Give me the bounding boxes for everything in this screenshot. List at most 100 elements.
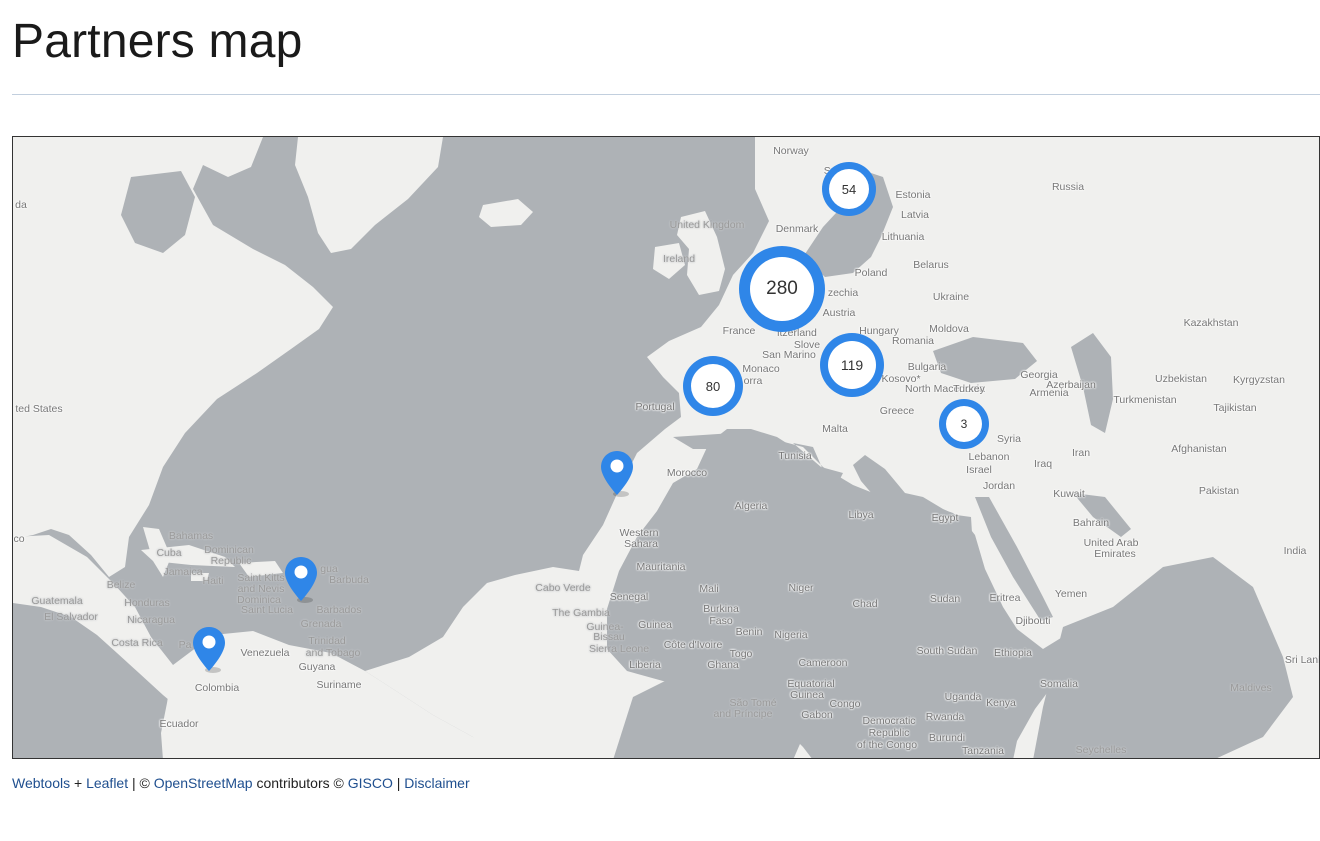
- label-egypt: Egypt: [931, 512, 959, 524]
- cluster-marker-cyprus[interactable]: 3: [939, 399, 989, 449]
- label-lithuania: Lithuania: [881, 231, 925, 243]
- label-haiti: Haiti: [202, 575, 224, 587]
- label-cuba: Cuba: [156, 547, 182, 559]
- label-turkmenistan: Turkmenistan: [1113, 394, 1177, 406]
- label-cameroon: Cameroon: [798, 657, 848, 669]
- label-latvia: Latvia: [900, 209, 930, 221]
- cluster-count: 3: [960, 417, 968, 431]
- label-india: India: [1283, 545, 1307, 557]
- openstreetmap-link[interactable]: OpenStreetMap: [154, 775, 253, 791]
- label-drc3: of the Congo: [856, 739, 918, 751]
- caribbean-marker-icon[interactable]: [283, 555, 319, 603]
- label-israel: Israel: [966, 464, 992, 476]
- label-mauritania: Mauritania: [636, 561, 686, 573]
- label-antigua2: Barbuda: [329, 574, 369, 586]
- label-tanzania: Tanzania: [961, 745, 1005, 757]
- label-eritrea: Eritrea: [989, 592, 1021, 604]
- partners-map[interactable]: Norway Sw Estonia Latvia Lithuania Russi…: [12, 136, 1320, 759]
- label-niger: Niger: [788, 582, 814, 594]
- cluster-marker-southeast-europe[interactable]: 119: [820, 333, 884, 397]
- label-iraq: Iraq: [1033, 458, 1053, 470]
- label-burkina1: Burkina: [703, 603, 739, 615]
- label-trinidad1: Trinidad: [308, 635, 346, 647]
- label-ireland: Ireland: [662, 253, 696, 265]
- label-moldova: Moldova: [929, 323, 969, 335]
- label-nicaragua: Nicaragua: [127, 614, 175, 626]
- attribution-contributors: contributors ©: [252, 775, 348, 791]
- label-iran: Iran: [1071, 447, 1091, 459]
- label-kuwait: Kuwait: [1053, 488, 1085, 500]
- label-canada: da: [15, 199, 27, 211]
- label-gambia: The Gambia: [552, 607, 610, 619]
- label-france: France: [722, 325, 756, 337]
- label-norway: Norway: [773, 145, 809, 157]
- label-uk: United Kingdom: [669, 219, 745, 231]
- label-southsudan: South Sudan: [916, 645, 978, 657]
- label-trinidad2: and Tobago: [305, 647, 361, 659]
- label-ghana: Ghana: [707, 659, 739, 671]
- label-ukraine: Ukraine: [932, 291, 970, 303]
- label-afghanistan: Afghanistan: [1171, 443, 1227, 455]
- label-mexico: co: [13, 533, 25, 545]
- leaflet-link[interactable]: Leaflet: [86, 775, 128, 791]
- gisco-link[interactable]: GISCO: [348, 775, 393, 791]
- cluster-count: 80: [705, 378, 721, 394]
- title-divider: [12, 94, 1320, 95]
- label-denmark: Denmark: [775, 223, 819, 235]
- label-dominican2: Republic: [210, 555, 252, 567]
- label-gabon: Gabon: [801, 709, 833, 721]
- label-ecuador: Ecuador: [159, 718, 199, 730]
- label-uganda: Uganda: [944, 691, 982, 703]
- label-maldives: Maldives: [1230, 682, 1272, 694]
- label-jordan: Jordan: [982, 480, 1016, 492]
- label-ethiopia: Ethiopia: [994, 647, 1032, 659]
- label-grenada: Grenada: [300, 618, 342, 630]
- label-rwanda: Rwanda: [925, 711, 965, 723]
- cluster-marker-central-europe[interactable]: 280: [739, 246, 825, 332]
- label-honduras: Honduras: [124, 597, 170, 609]
- label-sierraleone: Sierra Leone: [588, 643, 650, 655]
- label-bulgaria: Bulgaria: [907, 361, 947, 373]
- label-morocco: Morocco: [666, 467, 708, 479]
- label-bahrain: Bahrain: [1072, 517, 1110, 529]
- webtools-link[interactable]: Webtools: [12, 775, 70, 791]
- disclaimer-link[interactable]: Disclaimer: [404, 775, 469, 791]
- label-benin: Benin: [735, 626, 763, 638]
- label-sanmarino: San Marino: [762, 349, 816, 361]
- label-bahamas: Bahamas: [168, 530, 214, 542]
- label-yemen: Yemen: [1054, 588, 1088, 600]
- label-burkina2: Faso: [709, 615, 733, 627]
- label-djibouti: Djibouti: [1015, 615, 1051, 627]
- label-estonia: Estonia: [895, 189, 931, 201]
- label-senegal: Senegal: [609, 591, 649, 603]
- label-congo: Congo: [829, 698, 861, 710]
- label-ivorycoast: Côte d'Ivoire: [663, 639, 723, 651]
- label-burundi: Burundi: [928, 732, 966, 744]
- label-uae2: Emirates: [1094, 548, 1136, 560]
- label-belize: Belize: [106, 579, 136, 591]
- colombia-marker-icon[interactable]: [191, 625, 227, 673]
- canary-islands-marker-icon[interactable]: [599, 449, 635, 497]
- label-russia: Russia: [1051, 181, 1085, 193]
- label-elsalvador: El Salvador: [44, 611, 98, 623]
- label-guinea: Guinea: [638, 619, 672, 631]
- label-monaco: Monaco: [742, 363, 780, 375]
- label-chad: Chad: [852, 598, 878, 610]
- label-armenia: Armenia: [1029, 387, 1069, 399]
- label-panama: Pa: [178, 639, 192, 651]
- label-tajikistan: Tajikistan: [1213, 402, 1257, 414]
- label-stlucia: Saint Lucia: [241, 604, 293, 616]
- cluster-marker-iberia[interactable]: 80: [683, 356, 743, 416]
- label-venezuela: Venezuela: [240, 647, 290, 659]
- label-guineab2: Bissau: [593, 631, 625, 643]
- label-liberia: Liberia: [629, 659, 661, 671]
- cluster-count: 280: [766, 278, 798, 299]
- label-barbados: Barbados: [316, 604, 362, 616]
- label-caboverde: Cabo Verde: [535, 582, 591, 594]
- cluster-marker-nordic[interactable]: 54: [822, 162, 876, 216]
- label-portugal: Portugal: [635, 401, 675, 413]
- label-jamaica: Jamaica: [163, 566, 203, 578]
- label-sudan: Sudan: [929, 593, 961, 605]
- label-usa: ted States: [15, 403, 63, 415]
- label-uzbekistan: Uzbekistan: [1155, 373, 1207, 385]
